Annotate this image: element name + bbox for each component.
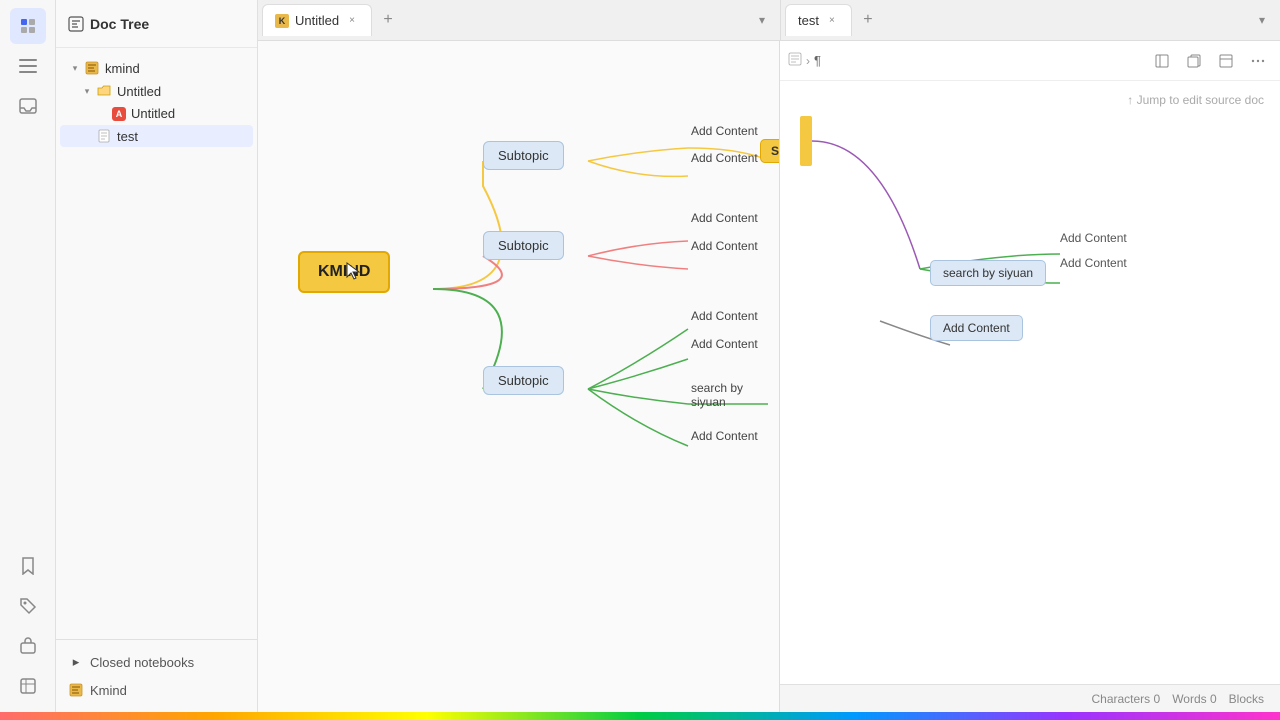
frame-rail-icon[interactable] [10, 668, 46, 704]
left-tab-label: Untitled [295, 13, 339, 28]
plugin-rail-icon[interactable] [10, 628, 46, 664]
breadcrumb-doc-icon [788, 52, 802, 69]
subtopic-2-label: Subtopic [498, 238, 549, 253]
untitled-folder-label: Untitled [117, 84, 161, 99]
test-doc-icon [96, 128, 112, 144]
sidebar: Doc Tree ▾ kmind ▾ [56, 0, 258, 712]
tree-item-untitled-folder[interactable]: ▾ Untitled [60, 80, 253, 102]
doc-add-content-node[interactable]: Add Content [930, 311, 1023, 345]
untitled-doc-icon: A [112, 107, 126, 121]
subtopic-node-3[interactable]: Subtopic [483, 366, 564, 395]
test-label: test [117, 129, 138, 144]
left-tab-dropdown[interactable]: ▾ [748, 6, 776, 34]
kmind-central-node[interactable]: KMIND [298, 251, 390, 293]
subtopic-3-label: Subtopic [498, 373, 549, 388]
sidebar-header: Doc Tree [56, 0, 257, 48]
sidebar-title: Doc Tree [90, 16, 149, 32]
doc-more-action[interactable] [1244, 47, 1272, 75]
tree-item-kmind[interactable]: ▾ kmind [60, 57, 253, 79]
doc-pane-actions [1148, 47, 1272, 75]
characters-count: Characters 0 [1091, 692, 1160, 706]
tree-item-untitled-doc[interactable]: ▸ A Untitled [60, 103, 253, 124]
kmind-node-label: KMIND [318, 263, 370, 280]
mindmap-pane[interactable]: KMIND Subtopic Subtopic Subtopic Add Con… [258, 41, 780, 712]
doc-mindmap-svg [800, 101, 1260, 501]
subtopic-node-1[interactable]: Subtopic [483, 141, 564, 170]
left-tab-bar: K Untitled × + ▾ [258, 0, 780, 40]
leaf-add-content-3: Add Content [691, 211, 758, 225]
kmind-label: kmind [105, 61, 140, 76]
status-bar: Characters 0 Words 0 Blocks [780, 684, 1280, 712]
leaf-add-content-5: Add Content [691, 309, 758, 323]
subtopic-1-label: Subtopic [498, 148, 549, 163]
icon-rail [0, 0, 56, 712]
doc-tree-rail-icon[interactable] [10, 8, 46, 44]
doc-mindmap-area: search by siyuan Add Content Add Content… [800, 101, 1260, 501]
leaf-add-content-1: Add Content [691, 124, 758, 138]
tab-bars-row: K Untitled × + ▾ test × + ▾ [258, 0, 1280, 41]
sum-node[interactable]: Sum [760, 139, 780, 163]
right-tab-dropdown[interactable]: ▾ [1248, 6, 1276, 34]
right-tab-bar: test × + ▾ [780, 0, 1280, 40]
doc-add-content-1: Add Content [1060, 231, 1127, 245]
closed-notebooks-item[interactable]: ▸ Closed notebooks [56, 648, 257, 676]
tag-rail-icon[interactable] [10, 588, 46, 624]
kmind-notebook-icon [84, 60, 100, 76]
blocks-count: Blocks [1229, 692, 1264, 706]
words-count: Words 0 [1172, 692, 1216, 706]
bookmark-rail-icon[interactable] [10, 548, 46, 584]
right-tab-close[interactable]: × [825, 14, 839, 28]
tree-item-test[interactable]: ▸ test [60, 125, 253, 147]
leaf-add-content-6: Add Content [691, 337, 758, 351]
doc-pane: › ¶ [780, 41, 1280, 712]
closed-notebooks-label: Closed notebooks [90, 655, 194, 670]
main-area: K Untitled × + ▾ test × + ▾ [258, 0, 1280, 712]
bottom-gradient-bar [0, 712, 1280, 720]
untitled-doc-label: Untitled [131, 106, 175, 121]
kmind-notebook-footer-label: Kmind [90, 683, 127, 698]
sidebar-footer: ▸ Closed notebooks Kmind [56, 639, 257, 712]
kmind-notebook-footer-icon [68, 682, 84, 698]
left-tab-untitled[interactable]: K Untitled × [262, 4, 372, 36]
doc-breadcrumb: › ¶ [788, 52, 821, 69]
leaf-add-content-2: Add Content [691, 151, 758, 165]
leaf-add-content-4: Add Content [691, 239, 758, 253]
untitled-folder-arrow: ▾ [80, 84, 94, 98]
right-tab-add[interactable]: + [854, 6, 882, 34]
content-split: KMIND Subtopic Subtopic Subtopic Add Con… [258, 41, 1280, 712]
untitled-folder-icon [96, 83, 112, 99]
sidebar-tree: ▾ kmind ▾ Untitled [56, 48, 257, 639]
left-tab-add[interactable]: + [374, 6, 402, 34]
doc-search-siyuan-node[interactable]: search by siyuan [930, 256, 1046, 290]
breadcrumb-arrow: › [806, 54, 810, 68]
left-tab-close[interactable]: × [345, 14, 359, 28]
doc-content[interactable]: ↑ Jump to edit source doc [780, 81, 1280, 684]
doc-copy-action[interactable] [1180, 47, 1208, 75]
inbox-rail-icon[interactable] [10, 88, 46, 124]
doc-tree-header-icon [68, 16, 84, 32]
leaf-add-content-7: Add Content [691, 429, 758, 443]
doc-sidebar-toggle[interactable] [1148, 47, 1176, 75]
closed-notebooks-arrow-icon: ▸ [68, 654, 84, 670]
rail-bottom [10, 548, 46, 712]
subtopic-node-2[interactable]: Subtopic [483, 231, 564, 260]
doc-window-action[interactable] [1212, 47, 1240, 75]
kmind-arrow: ▾ [68, 61, 82, 75]
left-tab-k-icon: K [275, 14, 289, 28]
leaf-search-siyuan: search by siyuan [691, 381, 779, 409]
doc-pane-header: › ¶ [780, 41, 1280, 81]
doc-add-content-2: Add Content [1060, 256, 1127, 270]
breadcrumb-paragraph: ¶ [814, 53, 821, 68]
kmind-notebook-item[interactable]: Kmind [56, 676, 257, 704]
right-tab-label: test [798, 13, 819, 28]
right-tab-test[interactable]: test × [785, 4, 852, 36]
hamburger-rail-icon[interactable] [10, 48, 46, 84]
